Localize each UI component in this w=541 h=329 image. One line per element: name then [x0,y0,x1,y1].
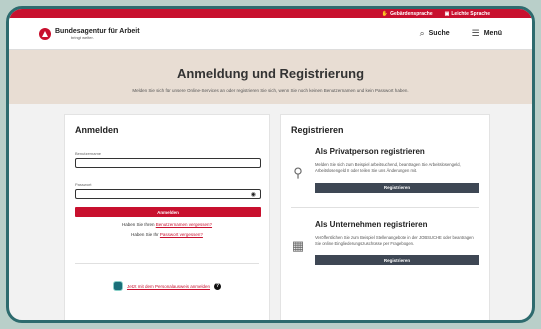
username-input[interactable] [75,158,261,168]
eid-login: Jetzt mit dem Personalausweis anmelden ? [75,281,259,291]
page-subtitle: Melden Sie sich für unsere Online-Servic… [132,88,409,93]
page-hero: Anmeldung und Registrierung Melden Sie s… [9,50,532,104]
sign-language-link[interactable]: ✋ Gebärdensprache [382,11,433,17]
register-card: Registrieren ⚲ Als Privatperson registri… [280,114,490,320]
hamburger-icon: ☰ [471,28,480,38]
register-private-button[interactable]: Registrieren [315,182,479,193]
forgot-password-text: Haben Sie Ihr Passwort vergessen? [131,232,203,237]
accessibility-bar: ✋ Gebärdensprache ▣ Leichte Sprache [9,9,532,18]
register-private-text: Melden Sie sich zum Beispiel arbeitsuche… [315,162,461,174]
eid-login-link[interactable]: Jetzt mit dem Personalausweis anmelden [127,284,210,289]
forgot-password-link[interactable]: Passwort vergessen? [160,232,203,237]
show-password-icon[interactable]: ◉ [251,191,256,198]
logo-mark-icon [39,27,51,40]
book-icon: ▣ [444,10,450,17]
org-tagline: bringt weiter. [71,34,94,40]
forgot-username-link[interactable]: Benutzernamen vergessen? [156,222,212,227]
register-business-title: Als Unternehmen registrieren [315,219,428,229]
person-icon: ⚲ [293,165,303,180]
browser-frame: ✋ Gebärdensprache ▣ Leichte Sprache Bundes… [6,6,535,323]
register-business-text: Veröffentlichen Sie zum Beispiel Stellen… [315,234,474,246]
login-heading: Anmelden [75,125,119,135]
page-title: Anmeldung und Registrierung [176,66,365,81]
login-button[interactable]: Anmelden [75,207,261,217]
easy-language-link[interactable]: ▣ Leichte Sprache [445,11,490,17]
login-card: Anmelden Benutzername Passwort ◉ Anmelde… [64,114,270,320]
main-content: Anmelden Benutzername Passwort ◉ Anmelde… [9,104,532,320]
username-label: Benutzername [75,151,102,156]
menu-button[interactable]: ☰ Menü [472,28,502,39]
divider [75,263,259,264]
building-icon: ▦ [291,237,305,253]
register-business-button[interactable]: Registrieren [315,255,479,266]
org-name: Bundesagentur für Arbeit [55,27,140,35]
help-icon[interactable]: ? [214,282,222,290]
register-business-section: ▦ Als Unternehmen registrieren Veröffent… [291,220,479,266]
forgot-username-text: Haben Sie Ihren Benutzernamen vergessen? [121,222,213,227]
search-button[interactable]: ⌕ Suche [420,28,450,39]
eid-card-icon [112,281,123,291]
register-private-title: Als Privatperson registrieren [315,147,425,156]
register-heading: Registrieren [291,125,344,135]
password-input[interactable]: ◉ [75,189,261,199]
search-icon: ⌕ [419,28,425,38]
logo[interactable]: Bundesagentur für Arbeit bringt weiter. [39,27,140,40]
hand-icon: ✋ [381,10,389,17]
divider [291,206,479,208]
password-label: Passwort [75,182,92,187]
register-private-section: ⚲ Als Privatperson registrieren Melden S… [291,147,479,193]
site-header: Bundesagentur für Arbeit bringt weiter. … [9,18,532,50]
